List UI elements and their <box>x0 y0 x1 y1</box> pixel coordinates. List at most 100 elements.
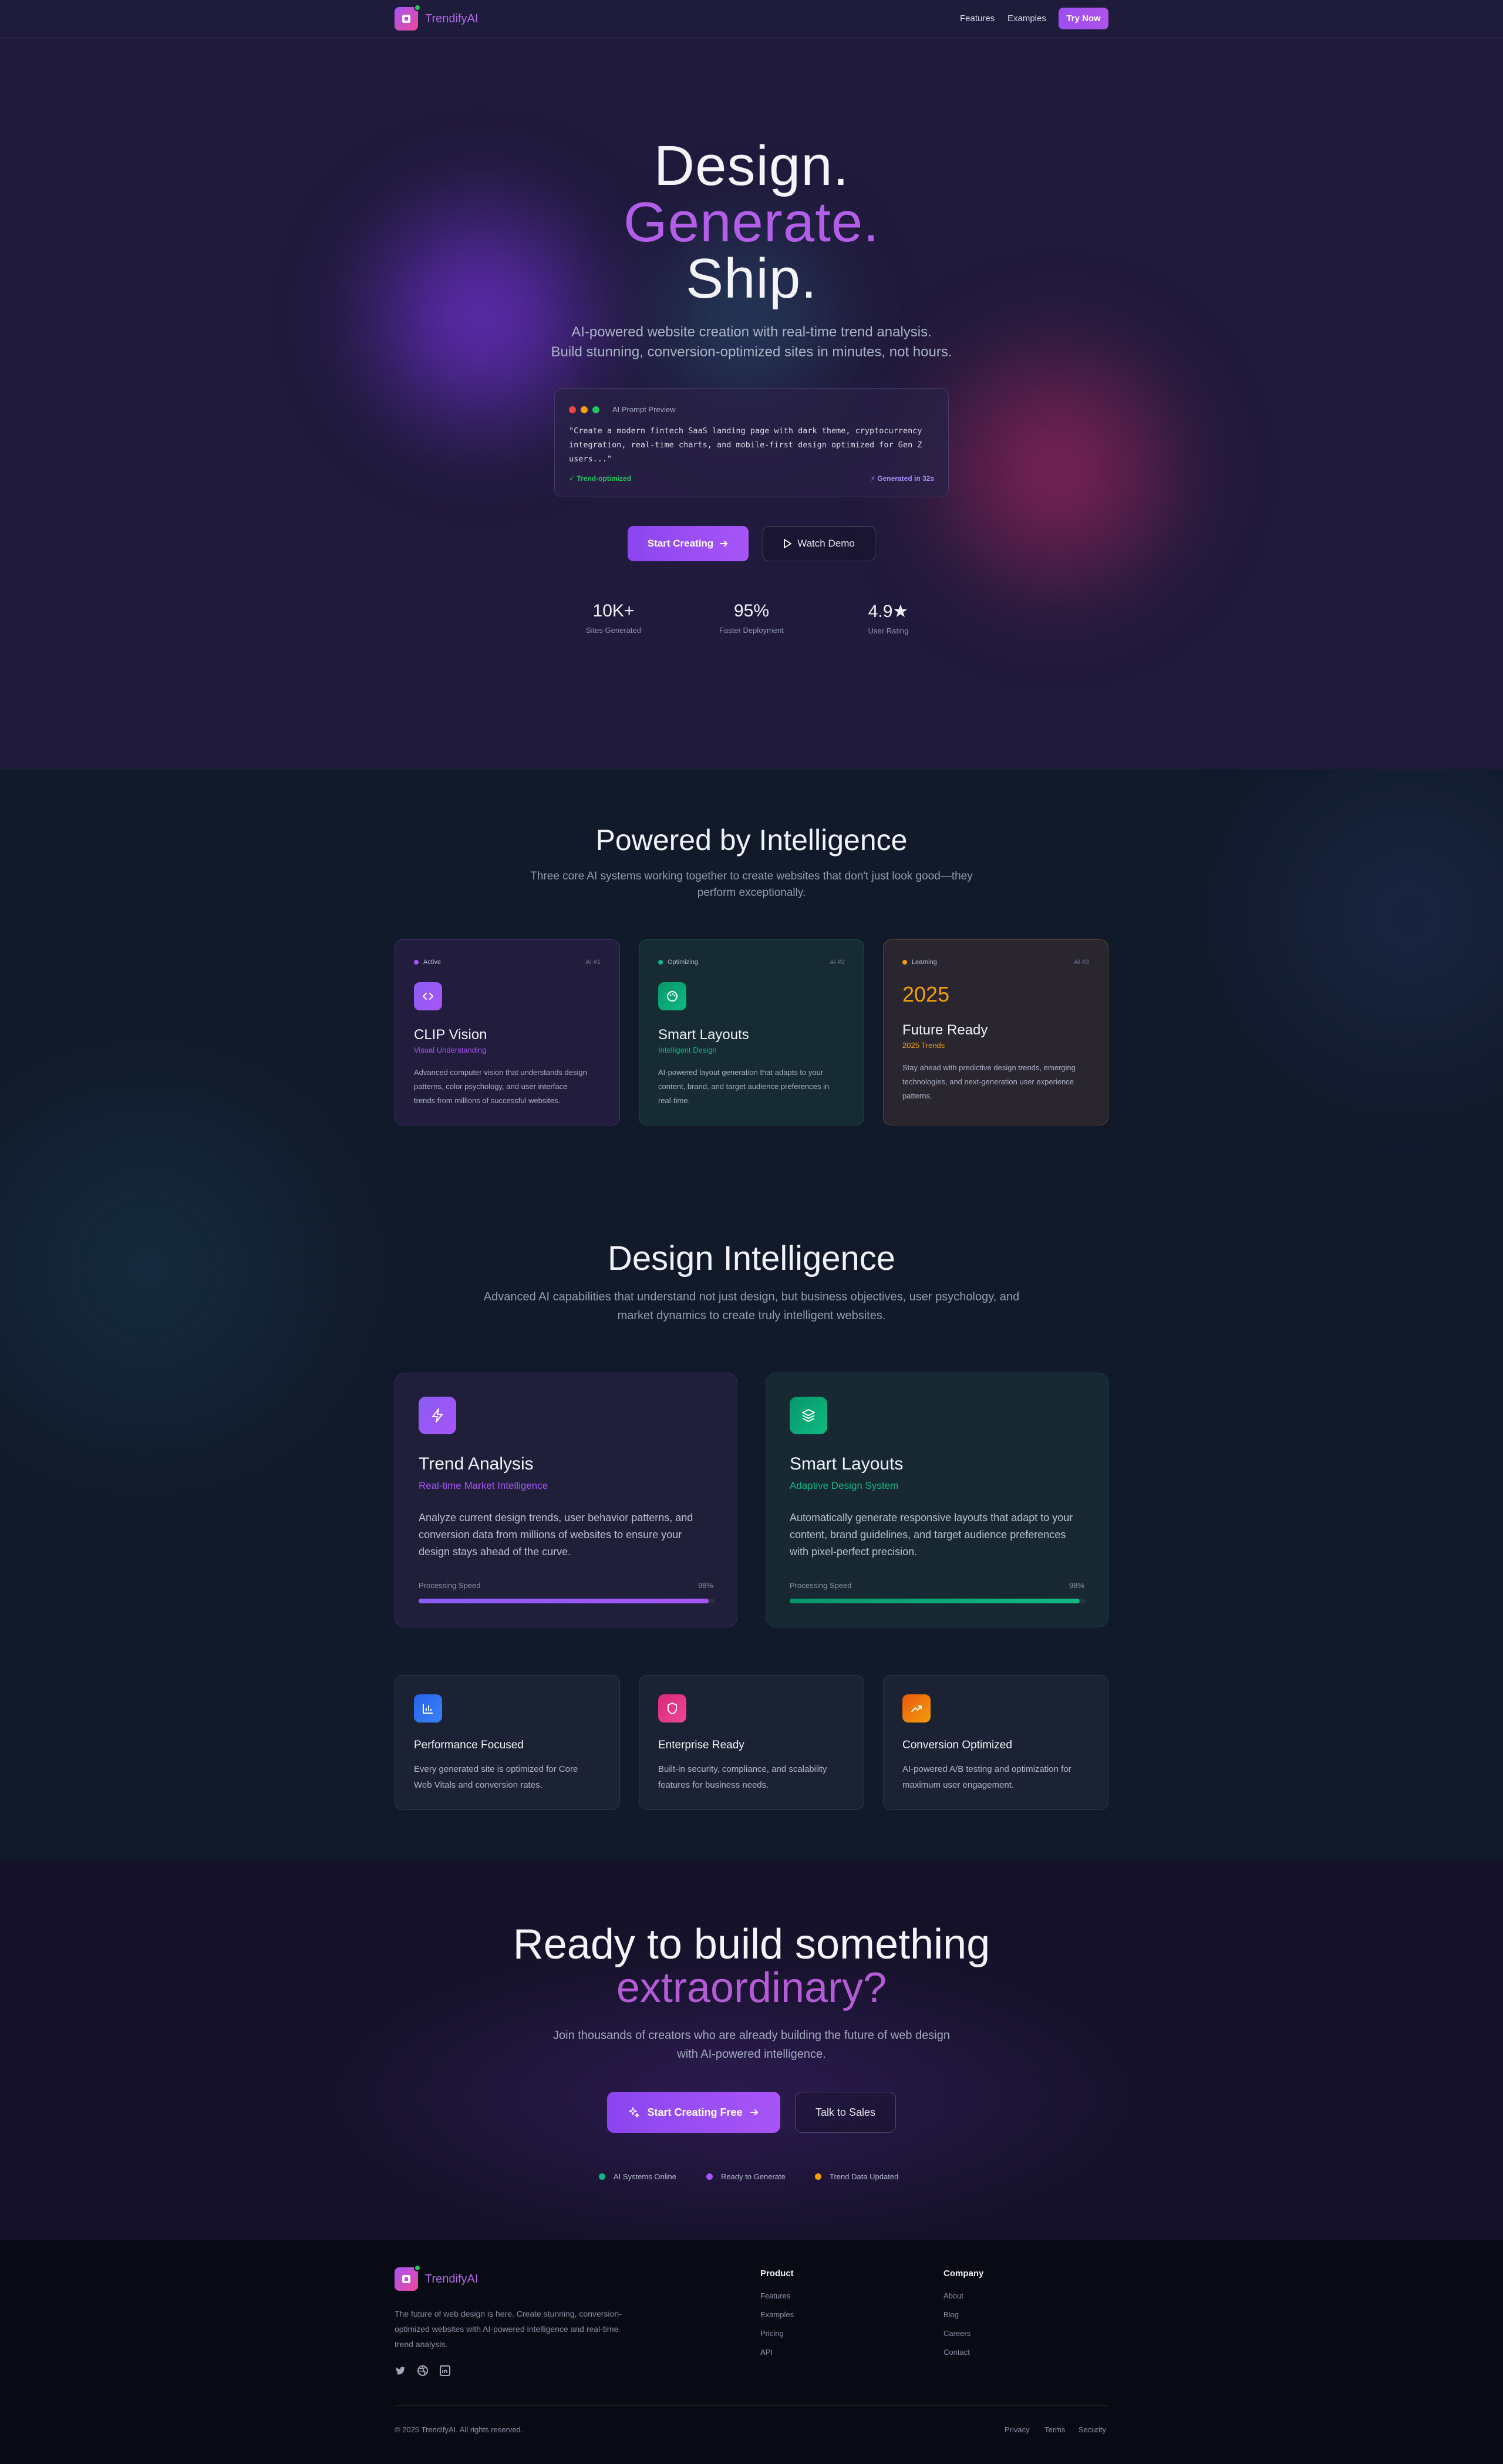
footer-link-blog[interactable]: Blog <box>943 2310 983 2329</box>
prompt-text-line3: users..." <box>569 454 612 464</box>
stat-label: Faster Deployment <box>719 626 784 635</box>
intelligence-subtitle-line2: perform exceptionally. <box>697 886 806 899</box>
trend-optimized-status: ✓ Trend-optimized <box>569 474 632 483</box>
logo-icon <box>395 4 421 31</box>
nav-link-examples[interactable]: Examples <box>1007 14 1046 23</box>
ai-card-smart-layouts[interactable]: Optimizing AI #2 Smart Layouts Intellige… <box>639 939 864 1125</box>
footer-brand[interactable]: TrendifyAI <box>395 2264 478 2291</box>
feature-card-enterprise[interactable]: Enterprise Ready Built-in security, comp… <box>639 1675 864 1810</box>
card-desc-line: technologies, and next-generation user e… <box>902 1077 1074 1086</box>
card-subtitle: Adaptive Design System <box>790 1480 899 1491</box>
status-text: Ready to Generate <box>721 2172 786 2181</box>
status-text: Optimizing <box>668 959 698 966</box>
card-desc-line: real-time. <box>658 1096 690 1105</box>
feature-card-smart-layouts[interactable]: Smart Layouts Adaptive Design System Aut… <box>766 1373 1108 1627</box>
twitter-icon[interactable] <box>395 2365 406 2377</box>
palette-icon <box>658 982 686 1010</box>
try-now-label: Try Now <box>1066 14 1101 23</box>
footer-heading: Product <box>760 2269 794 2278</box>
card-title: Smart Layouts <box>658 1027 749 1043</box>
brand-name: TrendifyAI <box>425 12 478 25</box>
card-desc-line: Analyze current design trends, user beha… <box>419 1512 693 1523</box>
footer-link-features[interactable]: Features <box>760 2291 794 2310</box>
ai-tag: AI #1 <box>585 959 601 966</box>
code-icon <box>414 982 442 1010</box>
cta-subtitle-line1: Join thousands of creators who are alrea… <box>553 2029 950 2042</box>
footer-link-contact[interactable]: Contact <box>943 2348 983 2367</box>
try-now-button[interactable]: Try Now <box>1059 8 1108 29</box>
card-desc-line: Built-in security, compliance, and scala… <box>658 1764 827 1774</box>
brand-logo[interactable]: TrendifyAI <box>395 4 478 31</box>
card-desc-line: trends from millions of successful websi… <box>414 1096 561 1105</box>
meter-label: Processing Speed <box>419 1581 481 1590</box>
card-desc-line: maximum user engagement. <box>902 1780 1015 1790</box>
footer-link-careers[interactable]: Careers <box>943 2329 983 2348</box>
ai-prompt-preview-card: AI Prompt Preview "Create a modern finte… <box>554 388 949 497</box>
card-desc-line: Stay ahead with predictive design trends… <box>902 1063 1076 1072</box>
start-creating-free-label: Start Creating Free <box>647 2106 743 2118</box>
meter-value: 98% <box>1069 1581 1084 1590</box>
stat-user-rating: 4.9★ User Rating <box>853 601 924 635</box>
stat-value: 4.9★ <box>868 602 909 621</box>
stat-faster-deployment: 95% Faster Deployment <box>710 601 793 635</box>
feature-card-conversion[interactable]: Conversion Optimized AI-powered A/B test… <box>883 1675 1108 1810</box>
logo-icon <box>395 2264 421 2291</box>
arrow-right-icon <box>720 541 728 547</box>
footer-link-pricing[interactable]: Pricing <box>760 2329 794 2348</box>
start-creating-free-button[interactable]: Start Creating Free <box>607 2092 780 2133</box>
card-subtitle: Real-time Market Intelligence <box>419 1480 548 1491</box>
ai-card-clip-vision[interactable]: Active AI #1 CLIP Vision Visual Understa… <box>395 939 620 1125</box>
card-title: Performance Focused <box>414 1739 524 1751</box>
watch-demo-button[interactable]: Watch Demo <box>763 526 875 561</box>
footer-link-privacy[interactable]: Privacy <box>1005 2425 1030 2434</box>
card-subtitle: 2025 Trends <box>902 1041 945 1050</box>
start-creating-label: Start Creating <box>647 538 714 549</box>
hero-subtitle-line1: AI-powered website creation with real-ti… <box>571 324 932 340</box>
card-desc-line: patterns, color psychology, and user int… <box>414 1082 568 1091</box>
footer-background <box>0 2240 1503 2464</box>
feature-card-trend-analysis[interactable]: Trend Analysis Real-time Market Intellig… <box>395 1373 737 1627</box>
start-creating-button[interactable]: Start Creating <box>628 526 749 561</box>
footer-link-api[interactable]: API <box>760 2348 794 2367</box>
sparkles-icon <box>629 2107 640 2118</box>
card-desc-line: AI-powered layout generation that adapts… <box>658 1068 824 1077</box>
design-subtitle-line1: Advanced AI capabilities that understand… <box>483 1290 1020 1303</box>
footer-link-terms[interactable]: Terms <box>1044 2425 1065 2434</box>
intelligence-subtitle-line1: Three core AI systems working together t… <box>530 870 973 882</box>
status-dot <box>658 960 663 965</box>
footer-link-examples[interactable]: Examples <box>760 2310 794 2329</box>
footer-heading: Company <box>943 2269 984 2278</box>
intelligence-title: Powered by Intelligence <box>595 824 908 857</box>
trending-up-icon <box>902 1694 931 1723</box>
talk-to-sales-button[interactable]: Talk to Sales <box>795 2092 896 2133</box>
footer-link-about[interactable]: About <box>943 2291 983 2310</box>
footer-column-product: Product Features Examples Pricing API <box>760 2269 794 2367</box>
card-desc-line: Every generated site is optimized for Co… <box>414 1764 578 1774</box>
hero-title-line2: Generate. <box>624 191 879 254</box>
nav-link-features[interactable]: Features <box>960 14 995 23</box>
brand-name: TrendifyAI <box>425 2272 478 2286</box>
ai-tag: AI #3 <box>1074 959 1089 966</box>
hero-background <box>0 0 1503 769</box>
meter-label: Processing Speed <box>790 1581 852 1590</box>
footer-divider <box>395 2405 1108 2406</box>
card-desc-line: Advanced computer vision that understand… <box>414 1068 587 1077</box>
play-icon <box>784 539 792 548</box>
shield-icon <box>658 1694 686 1723</box>
footer-desc-line: optimized websites with AI-powered intel… <box>395 2324 619 2334</box>
footer-link-security[interactable]: Security <box>1079 2425 1106 2434</box>
talk-to-sales-label: Talk to Sales <box>815 2106 876 2118</box>
bar-chart-icon <box>414 1694 442 1723</box>
linkedin-icon[interactable] <box>439 2365 451 2377</box>
ai-card-future-ready[interactable]: Learning AI #3 2025 Future Ready 2025 Tr… <box>883 939 1108 1125</box>
card-desc-line: Web Vitals and conversion rates. <box>414 1780 542 1790</box>
card-desc-line: content, brand, and target audience pref… <box>658 1082 830 1091</box>
status-ready-generate: Ready to Generate <box>706 2172 786 2181</box>
dribbble-icon[interactable] <box>417 2365 429 2377</box>
footer-column-company: Company About Blog Careers Contact <box>943 2269 983 2367</box>
cta-subtitle-line2: with AI-powered intelligence. <box>677 2048 826 2061</box>
stat-label: Sites Generated <box>586 626 641 635</box>
card-title: Future Ready <box>902 1022 988 1038</box>
lightning-icon <box>419 1397 456 1434</box>
feature-card-performance[interactable]: Performance Focused Every generated site… <box>395 1675 620 1810</box>
